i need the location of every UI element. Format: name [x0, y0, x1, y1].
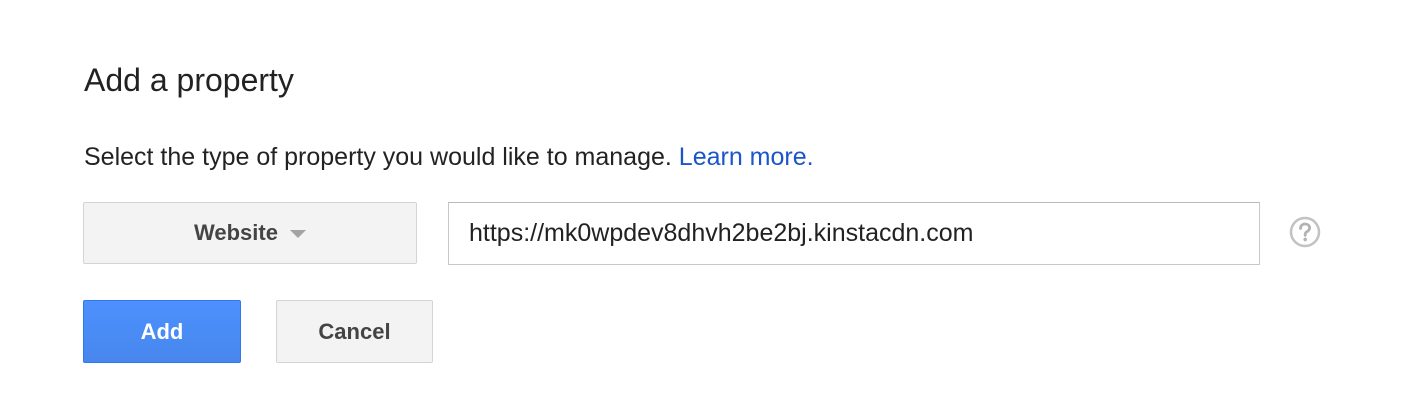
property-type-selected: Website [194, 220, 278, 245]
add-button[interactable]: Add [83, 300, 241, 363]
cancel-button[interactable]: Cancel [276, 300, 433, 363]
property-url-input[interactable] [448, 202, 1260, 265]
dialog-description: Select the type of property you would li… [84, 140, 814, 174]
learn-more-link[interactable]: Learn more. [679, 143, 814, 171]
dialog-title: Add a property [84, 62, 294, 98]
add-property-dialog: Add a property Select the type of proper… [0, 0, 1408, 420]
description-text: Select the type of property you would li… [84, 143, 672, 171]
chevron-down-icon [289, 230, 306, 238]
property-type-dropdown[interactable]: Website [83, 202, 417, 264]
help-circle-icon[interactable] [1289, 216, 1321, 248]
